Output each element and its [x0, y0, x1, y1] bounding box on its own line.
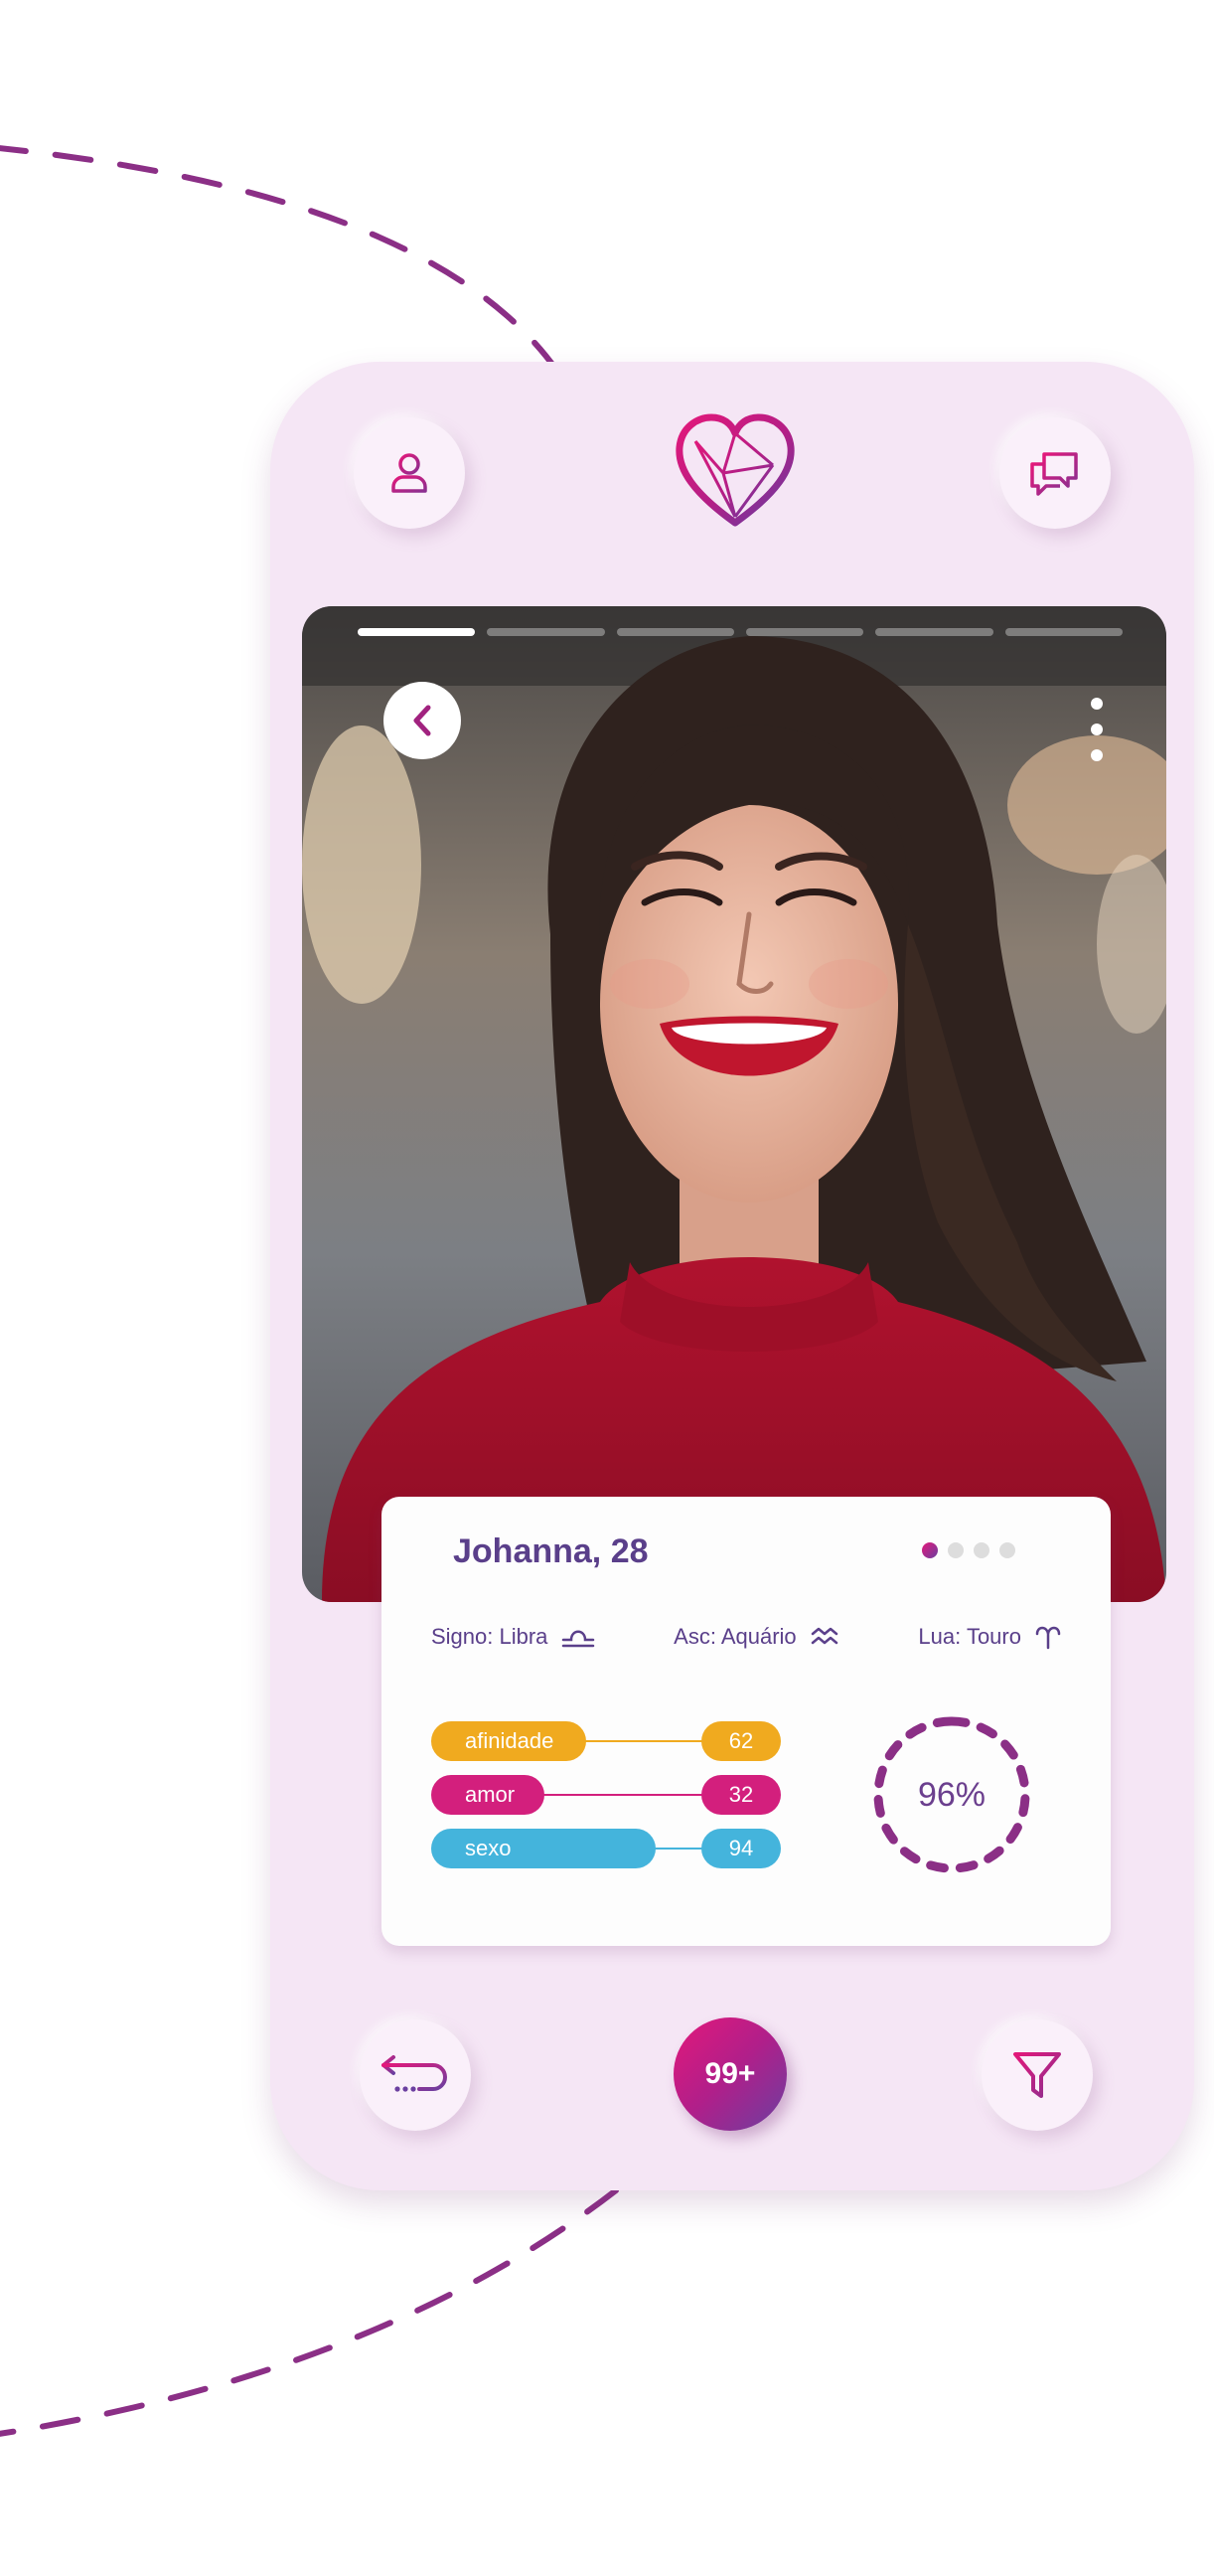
taurus-icon	[1035, 1626, 1061, 1650]
back-button[interactable]	[383, 682, 461, 759]
more-vertical-icon	[1091, 698, 1103, 710]
carousel-dot[interactable]	[922, 1542, 938, 1558]
metric-sexo: sexo 94	[431, 1829, 781, 1868]
sign-item: Lua: Touro	[918, 1624, 1061, 1650]
sign-item: Asc: Aquário	[674, 1624, 840, 1650]
carousel-dots	[922, 1542, 1015, 1558]
user-icon	[391, 453, 427, 493]
progress-segment	[487, 628, 605, 636]
match-percent: 96%	[917, 1775, 986, 1814]
metric-label: amor	[431, 1775, 544, 1815]
progress-segment	[616, 628, 734, 636]
profile-button[interactable]	[354, 417, 465, 529]
carousel-dot[interactable]	[948, 1542, 964, 1558]
compatibility-bars: afinidade 62 amor 32 sexo 94	[431, 1721, 781, 1882]
aquarius-icon	[811, 1627, 837, 1645]
carousel-dot[interactable]	[999, 1542, 1015, 1558]
filter-button[interactable]	[982, 2019, 1093, 2131]
profile-name: Johanna, 28	[453, 1532, 649, 1570]
sign-label: Signo: Libra	[431, 1624, 548, 1649]
metric-amor: amor 32	[431, 1775, 781, 1815]
undo-icon	[381, 2055, 447, 2092]
progress-segment	[1004, 628, 1123, 636]
sign-item: Signo: Libra	[431, 1624, 595, 1650]
notifications-badge[interactable]: 99+	[674, 2017, 787, 2131]
sign-label: Asc: Aquário	[674, 1624, 797, 1649]
metric-value: 32	[701, 1775, 781, 1815]
carousel-dot[interactable]	[974, 1542, 989, 1558]
metric-label: afinidade	[431, 1721, 586, 1761]
match-gauge: 96%	[864, 1707, 1039, 1882]
filter-icon	[1013, 2052, 1061, 2098]
heart-logo-icon	[674, 413, 797, 531]
profile-photo[interactable]	[302, 606, 1166, 1602]
progress-segment	[875, 628, 993, 636]
chevron-left-icon	[413, 705, 431, 736]
progress-segment	[745, 628, 864, 636]
sign-label: Lua: Touro	[918, 1624, 1021, 1649]
story-progress	[358, 628, 1123, 636]
profile-info-card: Johanna, 28 Signo: Libra Asc: Aquário Lu…	[381, 1497, 1111, 1946]
phone-frame: Johanna, 28 Signo: Libra Asc: Aquário Lu…	[270, 362, 1194, 2190]
metric-value: 94	[701, 1829, 781, 1868]
chat-bubbles-icon	[1030, 452, 1078, 496]
metric-afinidade: afinidade 62	[431, 1721, 781, 1761]
astro-signs: Signo: Libra Asc: Aquário Lua: Touro	[431, 1624, 1061, 1650]
libra-icon	[562, 1630, 595, 1648]
chat-button[interactable]	[999, 417, 1111, 529]
progress-segment	[358, 628, 476, 636]
undo-button[interactable]	[360, 2019, 471, 2131]
metric-value: 62	[701, 1721, 781, 1761]
more-options-button[interactable]	[1087, 698, 1107, 761]
metric-label: sexo	[431, 1829, 656, 1868]
